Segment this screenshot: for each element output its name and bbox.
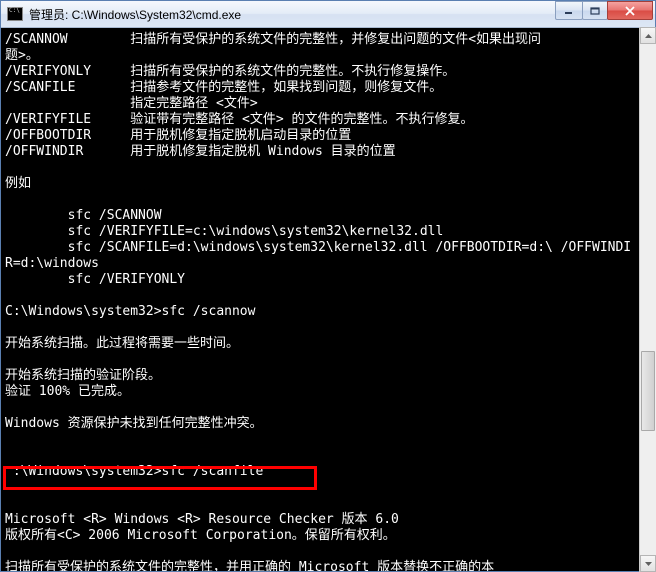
terminal-line: 指定完整路径 <文件> xyxy=(5,96,651,112)
terminal-line xyxy=(5,544,651,560)
terminal-line: R=d:\windows xyxy=(5,256,651,272)
window-title: 管理员: C:\Windows\System32\cmd.exe xyxy=(29,6,556,23)
terminal-line: /OFFWINDIR 用于脱机修复指定脱机 Windows 目录的位置 xyxy=(5,144,651,160)
terminal-line: :\Windows\system32>sfc /scanfile xyxy=(5,464,651,480)
terminal-line: sfc /SCANNOW xyxy=(5,208,651,224)
terminal-line: 扫描所有受保护的系统文件的完整性，并用正确的 Microsoft 版本替换不正确… xyxy=(5,560,651,571)
terminal-line: /VERIFYFILE 验证带有完整路径 <文件> 的文件的完整性。不执行修复。 xyxy=(5,112,651,128)
titlebar[interactable]: 管理员: C:\Windows\System32\cmd.exe xyxy=(1,1,655,28)
terminal-line xyxy=(5,480,651,496)
close-button[interactable] xyxy=(607,1,653,20)
chevron-down-icon xyxy=(645,562,652,566)
maximize-icon xyxy=(590,7,600,15)
terminal-line xyxy=(5,352,651,368)
terminal-line: 例如 xyxy=(5,176,651,192)
terminal-line: /VERIFYONLY 扫描所有受保护的系统文件的完整性。不执行修复操作。 xyxy=(5,64,651,80)
minimize-button[interactable] xyxy=(555,1,583,20)
terminal-line: Microsoft <R> Windows <R> Resource Check… xyxy=(5,512,651,528)
minimize-icon xyxy=(564,7,574,15)
terminal-line xyxy=(5,192,651,208)
maximize-button[interactable] xyxy=(582,1,608,20)
terminal-line xyxy=(5,432,651,448)
terminal-line: /SCANNOW 扫描所有受保护的系统文件的完整性，并修复出问题的文件<如果出现… xyxy=(5,32,651,64)
cmd-icon xyxy=(7,7,23,21)
cmd-window: 管理员: C:\Windows\System32\cmd.exe /SCANNO… xyxy=(0,0,656,572)
terminal-line: 开始系统扫描。此过程将需要一些时间。 xyxy=(5,336,651,352)
window-controls xyxy=(556,1,653,21)
terminal-line xyxy=(5,288,651,304)
terminal-line: Windows 资源保护未找到任何完整性冲突。 xyxy=(5,416,651,432)
terminal-line: C:\Windows\system32>sfc /scannow xyxy=(5,304,651,320)
terminal-line xyxy=(5,400,651,416)
terminal-line: 验证 100% 已完成。 xyxy=(5,384,651,400)
terminal-line: sfc /VERIFYONLY xyxy=(5,272,651,288)
terminal-line xyxy=(5,448,651,464)
terminal-line: sfc /SCANFILE=d:\windows\system32\kernel… xyxy=(5,240,651,256)
terminal-output[interactable]: /SCANNOW 扫描所有受保护的系统文件的完整性，并修复出问题的文件<如果出现… xyxy=(1,28,655,571)
close-icon xyxy=(624,6,636,16)
scroll-up-button[interactable] xyxy=(640,27,656,44)
terminal-line: 开始系统扫描的验证阶段。 xyxy=(5,368,651,384)
terminal-line: 版权所有<C> 2006 Microsoft Corporation。保留所有权… xyxy=(5,528,651,544)
terminal-line xyxy=(5,496,651,512)
scrollbar-thumb[interactable] xyxy=(641,351,655,431)
terminal-line: sfc /VERIFYFILE=c:\windows\system32\kern… xyxy=(5,224,651,240)
chevron-up-icon xyxy=(645,34,652,38)
scroll-down-button[interactable] xyxy=(640,555,656,572)
scrollbar-track[interactable] xyxy=(640,44,656,555)
terminal-line xyxy=(5,320,651,336)
terminal-line: /SCANFILE 扫描参考文件的完整性，如果找到问题，则修复文件。 xyxy=(5,80,651,96)
terminal-line: /OFFBOOTDIR 用于脱机修复指定脱机启动目录的位置 xyxy=(5,128,651,144)
terminal-line xyxy=(5,160,651,176)
vertical-scrollbar[interactable] xyxy=(639,27,656,572)
